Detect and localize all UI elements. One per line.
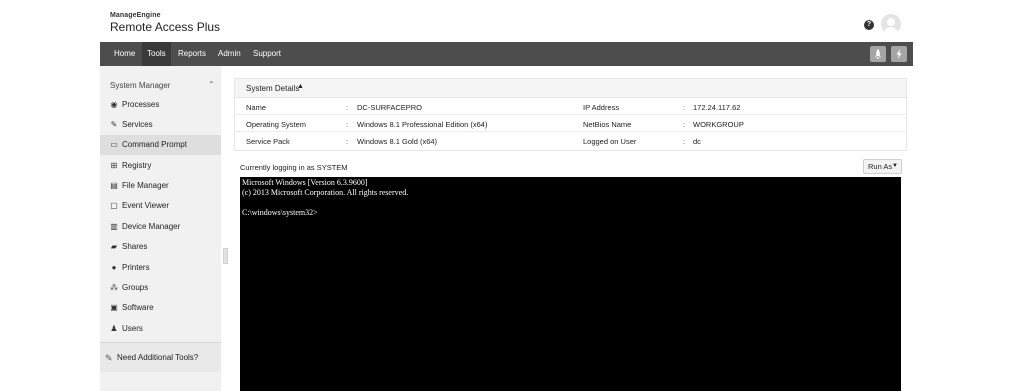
caret-down-icon: ▼ — [892, 163, 898, 169]
sidebar-collapse-handle[interactable] — [223, 248, 228, 264]
shares-icon: ▰ — [110, 242, 118, 251]
sidebar: System Manager ⌃ ◉ Processes ✎ Services … — [100, 66, 221, 391]
sidebar-item-event-viewer[interactable]: ▢ Event Viewer — [100, 196, 221, 216]
sidebar-item-label: Groups — [122, 283, 149, 292]
device-manager-icon: ▥ — [110, 222, 118, 231]
details-key: Name — [246, 103, 267, 112]
sidebar-item-label: Device Manager — [122, 222, 181, 231]
sidebar-item-services[interactable]: ✎ Services — [100, 115, 221, 135]
sidebar-item-shares[interactable]: ▰ Shares — [100, 237, 221, 257]
users-icon: ♟ — [110, 324, 118, 333]
printer-icon: ● — [111, 263, 117, 272]
registry-icon: ⊞ — [110, 161, 118, 170]
lightning-icon[interactable] — [891, 46, 907, 62]
app-header: ManageEngine Remote Access Plus ? — [100, 0, 913, 42]
process-icon: ◉ — [110, 100, 118, 109]
sidebar-item-registry[interactable]: ⊞ Registry — [100, 156, 221, 176]
system-details-panel: System Details ▲ Name : DC-SURFACEPRO IP… — [234, 78, 907, 151]
nav-reports[interactable]: Reports — [173, 42, 211, 66]
sidebar-item-label: Registry — [122, 161, 152, 170]
details-key: IP Address — [583, 103, 620, 112]
details-separator: : — [683, 137, 686, 146]
need-additional-tools-label: Need Additional Tools? — [117, 353, 199, 362]
details-value: Windows 8.1 Gold (x64) — [357, 137, 438, 146]
avatar-body — [884, 27, 898, 34]
details-value: dc — [693, 137, 701, 146]
details-separator: : — [346, 137, 349, 146]
details-row: Operating System : Windows 8.1 Professio… — [235, 115, 906, 132]
details-value: Windows 8.1 Professional Edition (x64) — [357, 120, 488, 129]
caret-up-icon: ▲ — [297, 83, 304, 90]
details-key: Service Pack — [246, 137, 290, 146]
brand-logo[interactable]: ManageEngine Remote Access Plus — [110, 12, 220, 34]
nav-home[interactable]: Home — [109, 42, 140, 66]
file-manager-icon: ▤ — [110, 181, 118, 190]
details-separator: : — [683, 103, 686, 112]
tools-icon: ✎ — [105, 353, 113, 363]
avatar-head — [887, 18, 895, 26]
sidebar-item-command-prompt[interactable]: ▭ Command Prompt — [100, 135, 221, 155]
command-prompt-console[interactable]: Microsoft Windows [Version 6.3.9600] (c)… — [240, 177, 901, 391]
run-as-dropdown[interactable]: Run As ▼ — [863, 159, 902, 174]
details-row: Service Pack : Windows 8.1 Gold (x64) Lo… — [235, 132, 906, 149]
details-row: Name : DC-SURFACEPRO IP Address : 172.24… — [235, 98, 906, 115]
sidebar-item-processes[interactable]: ◉ Processes — [100, 95, 221, 115]
console-line: Microsoft Windows [Version 6.3.9600] — [242, 178, 368, 187]
sidebar-item-label: Command Prompt — [122, 140, 187, 149]
need-additional-tools-link[interactable]: ✎ Need Additional Tools? — [100, 342, 221, 372]
brand-company: ManageEngine — [110, 12, 161, 19]
console-prompt: C:\windows\system32> — [242, 208, 318, 217]
sidebar-item-printers[interactable]: ● Printers — [100, 258, 221, 278]
sidebar-item-file-manager[interactable]: ▤ File Manager — [100, 176, 221, 196]
details-value: WORKGROUP — [693, 120, 744, 129]
details-separator: : — [346, 120, 349, 129]
sidebar-item-label: Software — [122, 303, 154, 312]
software-icon: ▣ — [110, 303, 118, 312]
run-as-label: Run As — [868, 162, 893, 171]
groups-icon: ⁂ — [110, 283, 118, 292]
sidebar-section-title[interactable]: System Manager — [110, 81, 170, 90]
app-window: ManageEngine Remote Access Plus ? Home T… — [100, 0, 913, 391]
nav-tools[interactable]: Tools — [142, 42, 171, 66]
system-details-title: System Details — [246, 84, 300, 93]
details-separator: : — [683, 120, 686, 129]
sidebar-item-groups[interactable]: ⁂ Groups — [100, 278, 221, 298]
details-separator: : — [346, 103, 349, 112]
nav-support[interactable]: Support — [248, 42, 286, 66]
sidebar-item-label: Event Viewer — [122, 201, 169, 210]
details-key: NetBios Name — [583, 120, 632, 129]
sidebar-item-label: Printers — [122, 263, 150, 272]
details-key: Operating System — [246, 120, 307, 129]
brand-product: Remote Access Plus — [110, 20, 221, 34]
user-avatar-icon[interactable] — [881, 14, 901, 34]
sidebar-item-label: File Manager — [122, 181, 169, 190]
details-value: DC-SURFACEPRO — [357, 103, 423, 112]
sidebar-item-label: Shares — [122, 242, 148, 251]
command-prompt-icon: ▭ — [110, 140, 118, 149]
logging-status: Currently logging in as SYSTEM — [240, 163, 348, 172]
sidebar-item-users[interactable]: ♟ Users — [100, 319, 221, 339]
details-value: 172.24.117.62 — [693, 103, 741, 112]
sidebar-item-label: Services — [122, 120, 153, 129]
nav-admin[interactable]: Admin — [213, 42, 246, 66]
sidebar-item-software[interactable]: ▣ Software — [100, 298, 221, 318]
services-icon: ✎ — [110, 120, 118, 129]
sidebar-item-label: Users — [122, 324, 143, 333]
sidebar-item-device-manager[interactable]: ▥ Device Manager — [100, 217, 221, 237]
system-details-header[interactable]: System Details ▲ — [235, 79, 906, 98]
event-viewer-icon: ▢ — [110, 201, 118, 210]
help-icon[interactable]: ? — [864, 20, 874, 30]
main-navbar: Home Tools Reports Admin Support — [100, 42, 913, 66]
rocket-icon[interactable] — [870, 46, 886, 62]
sidebar-item-label: Processes — [122, 100, 160, 109]
chevron-up-icon[interactable]: ⌃ — [208, 80, 215, 89]
console-line: (c) 2013 Microsoft Corporation. All righ… — [242, 188, 409, 197]
details-key: Logged on User — [583, 137, 637, 146]
